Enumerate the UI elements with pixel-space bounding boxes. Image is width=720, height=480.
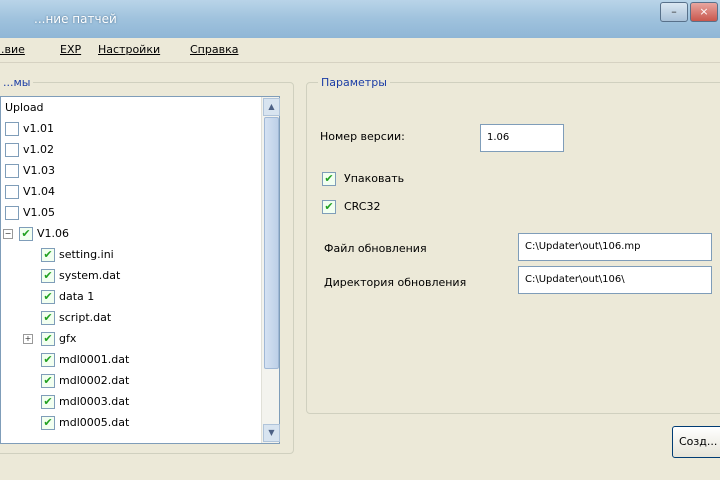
menu-item-label: Настройки: [98, 43, 161, 56]
tree-node[interactable]: v1.01: [1, 120, 259, 138]
tree-scrollbar[interactable]: ▲ ▼: [261, 97, 280, 443]
tree-node[interactable]: Upload: [1, 99, 259, 117]
tree-node[interactable]: ✔ mdl0001.dat: [1, 351, 259, 369]
tree-node[interactable]: ✔ mdl0005.dat: [1, 414, 259, 432]
tree-node-checkbox[interactable]: [5, 122, 19, 136]
tree-node-label: V1.06: [37, 227, 70, 240]
patch-tree-legend: ...мы: [0, 76, 34, 89]
tree-node-checkbox[interactable]: ✔: [41, 353, 55, 367]
tree-node-label: V1.04: [23, 185, 56, 198]
tree-node[interactable]: ✔ mdl0002.dat: [1, 372, 259, 390]
menu-item-label: EXP: [60, 43, 82, 56]
update-dir-input[interactable]: C:\Updater\out\106\: [518, 266, 712, 294]
tree-node-label: script.dat: [59, 311, 112, 324]
patch-tree[interactable]: ▲ ▼ Upload v1.01 v1.02 V1.03 V1.04 V1.05− ✔ V1.…: [0, 96, 280, 444]
menu-item-exp[interactable]: EXP: [60, 43, 81, 56]
tree-node[interactable]: ✔ data 1: [1, 288, 259, 306]
tree-node-label: mdl0005.dat: [59, 416, 130, 429]
pack-checkbox-row[interactable]: ✔ Упаковать: [322, 172, 462, 188]
tree-node-label: V1.05: [23, 206, 56, 219]
tree-node-checkbox[interactable]: [5, 164, 19, 178]
tree-node-checkbox[interactable]: ✔: [41, 332, 55, 346]
tree-node-checkbox[interactable]: ✔: [41, 311, 55, 325]
tree-node[interactable]: − ✔ V1.06: [1, 225, 259, 243]
tree-node-label: mdl0003.dat: [59, 395, 130, 408]
title-bar: ...ние патчей – ×: [0, 0, 720, 39]
version-input[interactable]: 1.06: [480, 124, 564, 152]
tree-node-label: v1.02: [23, 143, 55, 156]
tree-node-checkbox[interactable]: ✔: [19, 227, 33, 241]
pack-checkbox[interactable]: ✔: [322, 172, 336, 186]
tree-node-checkbox[interactable]: [5, 206, 19, 220]
scroll-thumb[interactable]: [264, 117, 279, 369]
tree-node[interactable]: ✔ setting.ini: [1, 246, 259, 264]
tree-node-checkbox[interactable]: [5, 143, 19, 157]
menu-bar: ...вие EXP Настройки Справка: [0, 38, 720, 63]
tree-node-checkbox[interactable]: [5, 185, 19, 199]
tree-node[interactable]: ✔ system.dat: [1, 267, 259, 285]
tree-node[interactable]: ✔ mdl0003.dat: [1, 393, 259, 411]
tree-node-label: v1.01: [23, 122, 55, 135]
tree-node[interactable]: V1.05: [1, 204, 259, 222]
tree-node-checkbox[interactable]: ✔: [41, 248, 55, 262]
tree-node-label: V1.03: [23, 164, 56, 177]
scroll-down-arrow-icon[interactable]: ▼: [263, 424, 280, 442]
pack-label: Упаковать: [344, 172, 405, 185]
menu-item-help[interactable]: Справка: [190, 43, 238, 56]
tree-node-label: data 1: [59, 290, 95, 303]
menu-item-label: Справка: [190, 43, 239, 56]
update-file-label: Файл обновления: [324, 242, 427, 255]
tree-node-label: system.dat: [59, 269, 121, 282]
window-title: ...ние патчей: [34, 12, 117, 26]
tree-node-label: Upload: [5, 101, 44, 114]
tree-node-checkbox[interactable]: ✔: [41, 269, 55, 283]
minimize-button[interactable]: –: [660, 2, 688, 22]
close-button[interactable]: ×: [690, 2, 718, 22]
version-label: Номер версии:: [320, 130, 405, 143]
tree-node-checkbox[interactable]: ✔: [41, 395, 55, 409]
menu-item-label: ...вие: [0, 43, 25, 56]
tree-node[interactable]: V1.03: [1, 162, 259, 180]
tree-node[interactable]: + ✔ gfx: [1, 330, 259, 348]
tree-node[interactable]: V1.04: [1, 183, 259, 201]
tree-node-checkbox[interactable]: ✔: [41, 290, 55, 304]
tree-node[interactable]: v1.02: [1, 141, 259, 159]
tree-node-label: setting.ini: [59, 248, 114, 261]
tree-node-label: mdl0001.dat: [59, 353, 130, 366]
params-legend: Параметры: [318, 76, 390, 89]
crc-label: CRC32: [344, 200, 381, 213]
create-button[interactable]: Созд...: [672, 426, 720, 458]
collapse-minus-icon[interactable]: −: [3, 229, 13, 239]
update-dir-label: Директория обновления: [324, 276, 467, 289]
update-file-input[interactable]: C:\Updater\out\106.mp: [518, 233, 712, 261]
menu-item-file[interactable]: ...вие: [0, 43, 25, 56]
tree-node-checkbox[interactable]: ✔: [41, 374, 55, 388]
tree-node-label: mdl0002.dat: [59, 374, 130, 387]
menu-item-settings[interactable]: Настройки: [98, 43, 160, 56]
expand-plus-icon[interactable]: +: [23, 334, 33, 344]
tree-node-label: gfx: [59, 332, 77, 345]
tree-node[interactable]: ✔ script.dat: [1, 309, 259, 327]
tree-node-checkbox[interactable]: ✔: [41, 416, 55, 430]
crc-checkbox[interactable]: ✔: [322, 200, 336, 214]
scroll-up-arrow-icon[interactable]: ▲: [263, 98, 280, 116]
crc-checkbox-row[interactable]: ✔ CRC32: [322, 200, 462, 216]
